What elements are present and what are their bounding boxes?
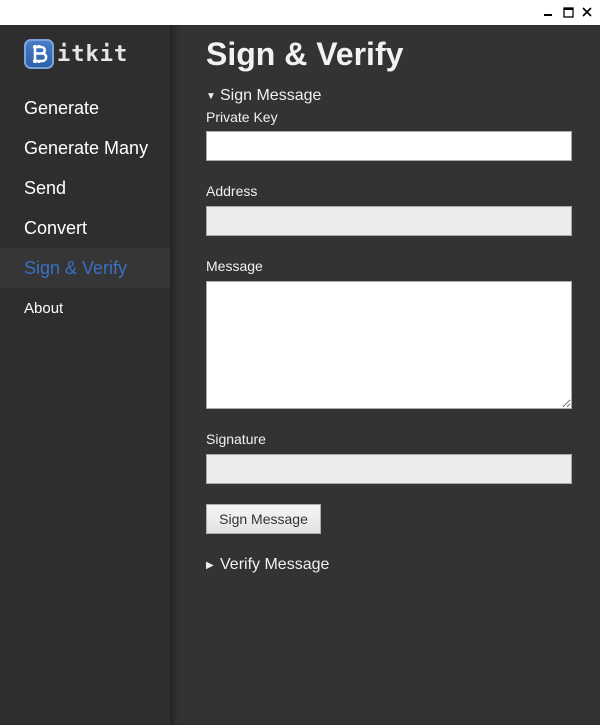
minimize-button[interactable]	[540, 4, 556, 20]
verify-message-toggle[interactable]: ▶ Verify Message	[206, 556, 329, 574]
bitcoin-icon	[24, 39, 54, 69]
sign-message-heading: Sign Message	[220, 87, 322, 104]
collapsed-arrow-icon: ▶	[206, 559, 214, 571]
sidebar-item-generate[interactable]: Generate	[0, 88, 170, 128]
app-window: itkit Generate Generate Many Send Conver…	[0, 0, 600, 725]
signature-label: Signature	[206, 431, 266, 447]
minimize-icon	[544, 14, 552, 16]
message-textarea[interactable]	[206, 281, 572, 409]
sidebar-item-send[interactable]: Send	[0, 168, 170, 208]
maximize-icon	[562, 6, 574, 18]
message-label: Message	[206, 258, 263, 274]
sign-message-button[interactable]: Sign Message	[206, 504, 321, 534]
expanded-arrow-icon: ▼	[206, 90, 216, 102]
close-button[interactable]	[579, 4, 595, 20]
private-key-input[interactable]	[206, 131, 572, 161]
sign-message-toggle[interactable]: ▼ Sign Message	[206, 87, 321, 105]
sidebar-item-about[interactable]: About	[0, 288, 170, 328]
main-content: Sign & Verify ▼ Sign Message Private Key…	[170, 25, 600, 725]
sidebar-item-generate-many[interactable]: Generate Many	[0, 128, 170, 168]
title-bar	[0, 0, 600, 25]
close-icon	[582, 7, 592, 17]
verify-message-heading: Verify Message	[220, 556, 330, 573]
sidebar-item-sign-verify[interactable]: Sign & Verify	[0, 248, 170, 288]
sidebar: itkit Generate Generate Many Send Conver…	[0, 25, 170, 725]
sidebar-nav: Generate Generate Many Send Convert Sign…	[0, 88, 170, 328]
sidebar-item-convert[interactable]: Convert	[0, 208, 170, 248]
address-field[interactable]	[206, 206, 572, 236]
logo-text: itkit	[57, 41, 129, 67]
address-label: Address	[206, 183, 258, 199]
app-logo: itkit	[24, 37, 128, 71]
private-key-label: Private Key	[206, 109, 278, 125]
maximize-button[interactable]	[560, 4, 576, 20]
page-title: Sign & Verify	[206, 36, 404, 72]
signature-field[interactable]	[206, 454, 572, 484]
